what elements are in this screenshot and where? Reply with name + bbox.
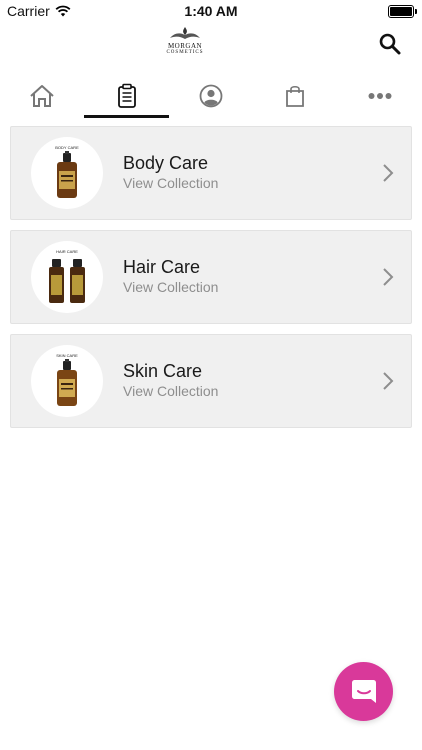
app-header: MORGAN COSMETICS: [0, 24, 422, 66]
skin-serum-bottle-image: SKIN CARE: [56, 353, 78, 406]
profile-icon: [199, 84, 223, 108]
chevron-right-icon: [383, 268, 394, 286]
body-oil-bottle-image: BODY CARE: [55, 145, 79, 198]
tab-profile[interactable]: [169, 74, 253, 118]
svg-text:HAIR CARE: HAIR CARE: [56, 249, 78, 254]
collection-card-hair-care[interactable]: HAIR CARE Hair Care View Collection: [10, 230, 412, 324]
brand-logo[interactable]: MORGAN COSMETICS: [160, 26, 210, 60]
chevron-right-icon: [383, 372, 394, 390]
collection-card-skin-care[interactable]: SKIN CARE Skin Care View Collection: [10, 334, 412, 428]
clipboard-icon: [117, 83, 136, 108]
collection-title: Body Care: [123, 153, 209, 173]
more-icon: [368, 93, 392, 99]
hair-oil-bottles-image: HAIR CARE: [49, 249, 85, 303]
collection-thumbnail: SKIN CARE: [31, 345, 103, 417]
chat-icon: [351, 679, 376, 703]
tab-bar: [0, 74, 422, 118]
chat-button[interactable]: [334, 662, 393, 721]
tab-more[interactable]: [338, 74, 422, 118]
status-bar: Carrier 1:40 AM: [0, 0, 422, 22]
collection-thumbnail: BODY CARE: [31, 137, 103, 209]
search-icon: [379, 33, 401, 55]
logo-brand-text: MORGAN: [167, 42, 203, 50]
svg-text:SKIN CARE: SKIN CARE: [56, 353, 78, 358]
collection-list: BODY CARE Body Care View Collection HAIR…: [10, 126, 412, 438]
clock: 1:40 AM: [184, 3, 238, 19]
home-icon: [30, 85, 54, 107]
battery-icon: [388, 5, 417, 18]
logo-mark-icon: [170, 27, 200, 39]
collection-subtitle: View Collection: [123, 383, 219, 399]
collection-thumbnail: HAIR CARE: [31, 241, 103, 313]
svg-text:BODY CARE: BODY CARE: [55, 145, 79, 150]
chevron-right-icon: [383, 164, 394, 182]
collection-subtitle: View Collection: [123, 279, 219, 295]
tab-collections[interactable]: [84, 74, 170, 118]
collection-card-body-care[interactable]: BODY CARE Body Care View Collection: [10, 126, 412, 220]
tab-cart[interactable]: [253, 74, 337, 118]
search-button[interactable]: [378, 32, 402, 56]
collection-subtitle: View Collection: [123, 175, 219, 191]
collection-title: Hair Care: [123, 257, 201, 277]
shopping-bag-icon: [286, 85, 305, 107]
tab-home[interactable]: [0, 74, 84, 118]
collection-title: Skin Care: [123, 361, 203, 381]
logo-sub-text: COSMETICS: [166, 50, 204, 55]
